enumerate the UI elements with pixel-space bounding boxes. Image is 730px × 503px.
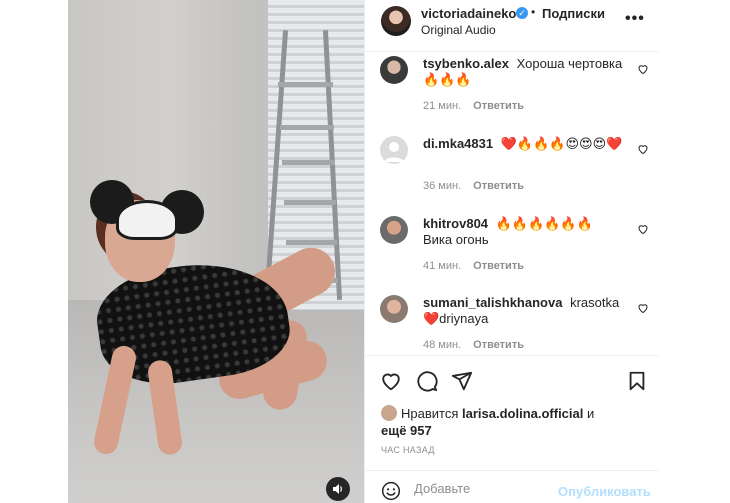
comment-like-heart-icon[interactable] (637, 223, 649, 235)
more-options-icon[interactable]: ••• (625, 10, 645, 28)
likes-prefix: Нравится (401, 406, 459, 421)
smiley-icon[interactable] (381, 481, 401, 501)
heart-icon[interactable] (380, 370, 402, 392)
verified-badge-icon: ✓ (516, 7, 528, 19)
comment-icon[interactable] (416, 370, 438, 392)
commenter-username[interactable]: sumani_talishkhanova (423, 295, 562, 310)
default-avatar-icon (384, 142, 404, 162)
comment-item: khitrov804 🔥🔥🔥🔥🔥🔥 Вика огонь 41 мин. Отве… (365, 213, 660, 293)
right-margin (659, 0, 730, 503)
left-margin (0, 0, 68, 503)
comment-text: krasotka (570, 295, 620, 310)
comment-text: Хороша чертовка (516, 56, 623, 71)
reply-button[interactable]: Ответить (473, 180, 524, 192)
comment-meta: 41 мин. Ответить (423, 260, 524, 272)
commenter-avatar[interactable] (380, 56, 408, 84)
comment-text-line2: 🔥🔥🔥 (423, 72, 472, 87)
comment-time: 48 мин. (423, 339, 462, 351)
audio-link[interactable]: Original Audio (421, 23, 496, 37)
comment-time: 36 мин. (423, 180, 462, 192)
commenter-avatar[interactable] (380, 216, 408, 244)
add-comment-bar: Опубликовать (365, 470, 660, 503)
commenter-username[interactable]: khitrov804 (423, 216, 488, 231)
comment-item: sumani_talishkhanova krasotka ❤️driynaya… (365, 292, 660, 355)
comment-text-line2: Вика огонь (423, 232, 489, 247)
comment-time: 41 мин. (423, 260, 462, 272)
reply-button[interactable]: Ответить (473, 260, 524, 272)
comment-list[interactable]: tsybenko.alex Хороша чертовка 🔥🔥🔥 21 мин… (365, 53, 660, 355)
comment-body: di.mka4831 ❤️🔥🔥🔥😍😍😍❤️ (423, 136, 633, 152)
post-video[interactable] (68, 0, 364, 503)
comment-meta: 36 мин. Ответить (423, 180, 524, 192)
following-button[interactable]: Подписки (542, 6, 605, 21)
comment-body: tsybenko.alex Хороша чертовка 🔥🔥🔥 (423, 56, 633, 88)
liker-avatar[interactable] (381, 405, 397, 421)
comment-item: di.mka4831 ❤️🔥🔥🔥😍😍😍❤️ 36 мин. Ответить (365, 133, 660, 213)
mickey-hat (116, 200, 178, 240)
post-timestamp: ЧАС НАЗАД (381, 445, 435, 455)
reply-button[interactable]: Ответить (473, 339, 524, 351)
ladder-step (286, 240, 337, 245)
liker-username[interactable]: larisa.dolina.official (462, 406, 583, 421)
post-header: victoriadaineko ✓ • Подписки Original Au… (365, 0, 660, 52)
comment-body: khitrov804 🔥🔥🔥🔥🔥🔥 Вика огонь (423, 216, 633, 248)
share-icon[interactable] (451, 370, 473, 392)
sound-toggle-button[interactable] (326, 477, 350, 501)
comment-text: ❤️🔥🔥🔥😍😍😍❤️ (500, 136, 623, 151)
commenter-avatar[interactable] (380, 136, 408, 164)
commenter-username[interactable]: tsybenko.alex (423, 56, 509, 71)
commenter-username[interactable]: di.mka4831 (423, 136, 493, 151)
likes-connector: и (587, 406, 595, 421)
post-side-panel: victoriadaineko ✓ • Подписки Original Au… (364, 0, 660, 503)
likes-summary: Нравится larisa.dolina.official и ещё 95… (381, 405, 601, 439)
comment-like-heart-icon[interactable] (637, 63, 649, 75)
ladder-step (284, 200, 336, 205)
ladder-step (282, 160, 335, 165)
ladder-step (280, 125, 334, 130)
reply-button[interactable]: Ответить (473, 100, 524, 112)
ladder-step (278, 82, 333, 87)
bookmark-icon[interactable] (626, 370, 648, 392)
post-actions: Нравится larisa.dolina.official и ещё 95… (365, 355, 660, 470)
speaker-icon (333, 484, 342, 494)
publish-button[interactable]: Опубликовать (558, 484, 651, 499)
author-avatar[interactable] (381, 6, 411, 36)
comment-text-line2: ❤️driynaya (423, 311, 489, 326)
comment-text: 🔥🔥🔥🔥🔥🔥 (495, 216, 593, 231)
separator-dot: • (531, 5, 536, 19)
likes-count[interactable]: ещё 957 (381, 423, 432, 438)
comment-time: 21 мин. (423, 100, 462, 112)
comment-meta: 21 мин. Ответить (423, 100, 524, 112)
comment-input[interactable] (414, 481, 554, 496)
comment-item: tsybenko.alex Хороша чертовка 🔥🔥🔥 21 мин… (365, 53, 660, 133)
comment-like-heart-icon[interactable] (637, 143, 649, 155)
comment-meta: 48 мин. Ответить (423, 339, 524, 351)
comment-like-heart-icon[interactable] (637, 302, 649, 314)
comment-body: sumani_talishkhanova krasotka ❤️driynaya (423, 295, 633, 327)
commenter-avatar[interactable] (380, 295, 408, 323)
author-username[interactable]: victoriadaineko (421, 6, 516, 21)
